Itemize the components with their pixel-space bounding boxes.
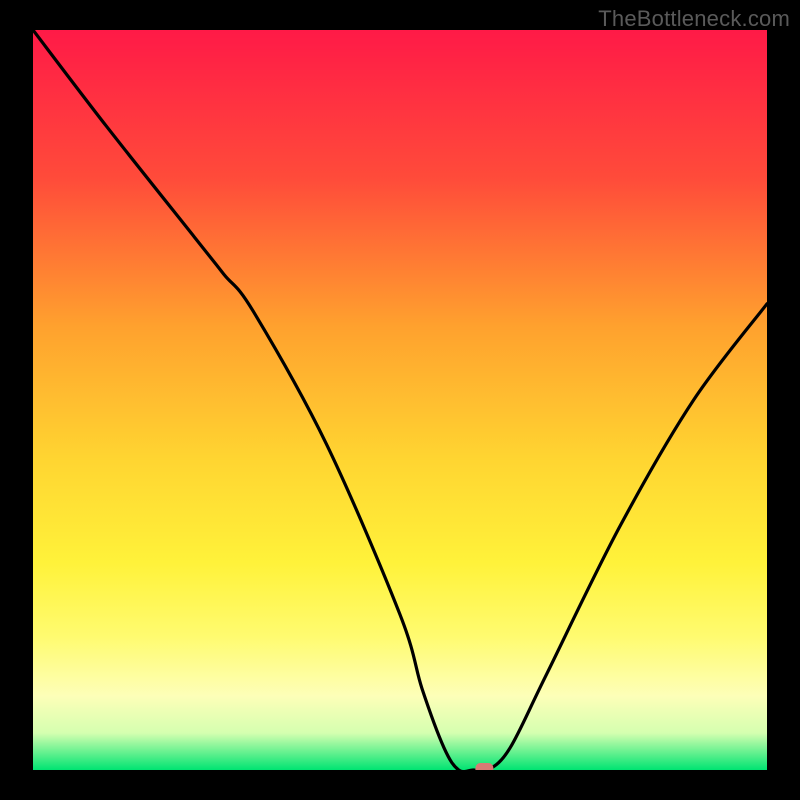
- optimum-marker: [475, 763, 493, 770]
- gradient-background: [33, 30, 767, 770]
- watermark-text: TheBottleneck.com: [598, 6, 790, 32]
- bottleneck-chart: [33, 30, 767, 770]
- plot-area: [33, 30, 767, 770]
- chart-outer-frame: TheBottleneck.com: [0, 0, 800, 800]
